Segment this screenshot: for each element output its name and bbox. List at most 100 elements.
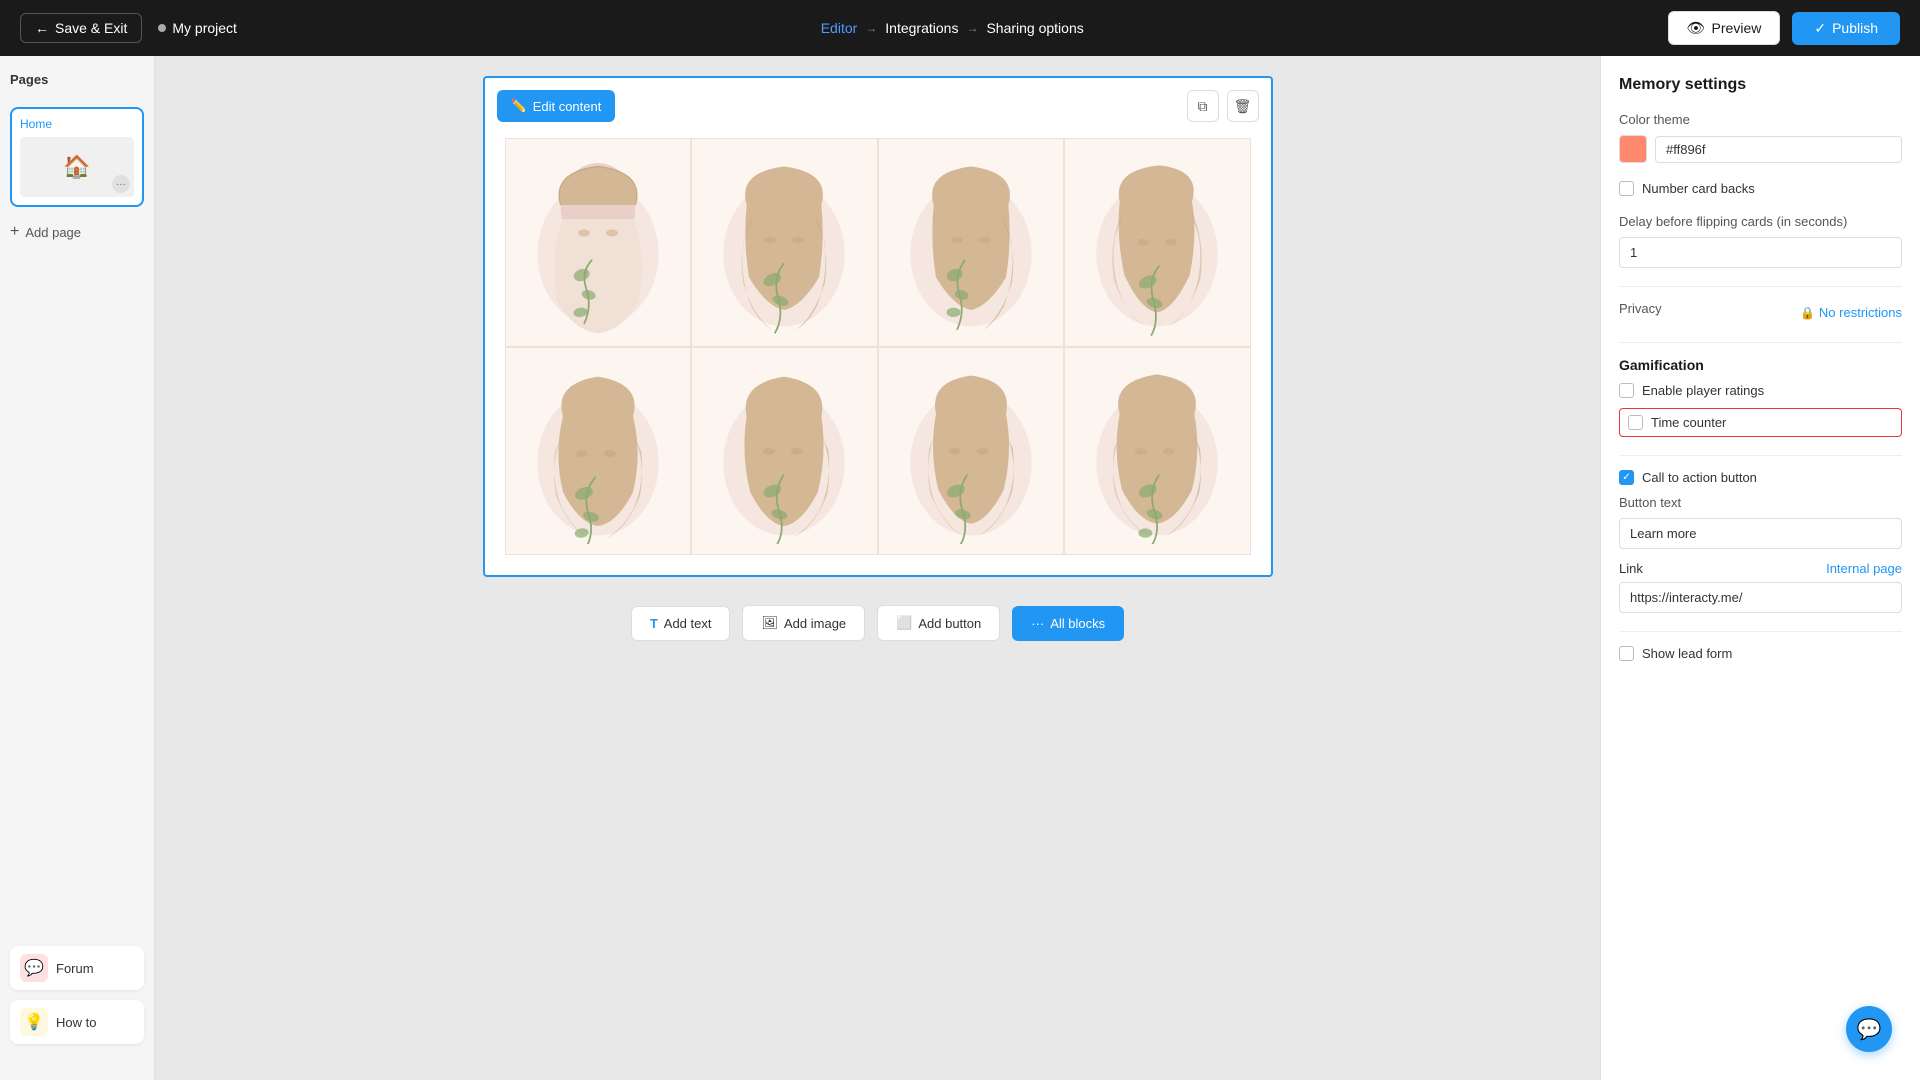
add-button-button[interactable]: ⬜ Add button — [877, 605, 1000, 641]
nav-editor[interactable]: Editor — [821, 20, 858, 36]
dots-icon: ··· — [1031, 616, 1044, 631]
home-page-label: Home — [20, 117, 134, 131]
lock-icon — [1800, 305, 1815, 320]
topbar-right: Preview Publish — [1668, 11, 1901, 45]
enable-ratings-row: Enable player ratings — [1619, 383, 1902, 398]
trash-icon: 🗑 — [1234, 98, 1252, 115]
enable-ratings-checkbox[interactable] — [1619, 383, 1634, 398]
page-thumb: 🏠 ··· — [20, 137, 134, 197]
privacy-section: Privacy No restrictions — [1619, 301, 1902, 324]
privacy-row: Privacy No restrictions — [1619, 301, 1902, 324]
memory-card-6[interactable] — [691, 347, 878, 556]
cta-row: Call to action button — [1619, 470, 1902, 485]
memory-card-8[interactable] — [1064, 347, 1251, 556]
divider-1 — [1619, 286, 1902, 287]
project-dot — [158, 24, 166, 32]
publish-button[interactable]: Publish — [1792, 12, 1900, 45]
nav-sharing-options[interactable]: Sharing options — [986, 20, 1083, 36]
number-card-backs-checkbox[interactable] — [1619, 181, 1634, 196]
delete-block-button[interactable]: 🗑 — [1227, 90, 1259, 122]
gamification-title: Gamification — [1619, 357, 1902, 373]
pencil-icon — [511, 98, 527, 114]
project-name: My project — [158, 20, 237, 36]
add-text-button[interactable]: T Add text — [631, 606, 731, 641]
home-thumb-icon: 🏠 — [63, 154, 90, 180]
save-exit-button[interactable]: Save & Exit — [20, 13, 142, 43]
chat-bubble-button[interactable]: 💬 — [1846, 1006, 1892, 1052]
nav-integrations[interactable]: Integrations — [885, 20, 958, 36]
copy-icon: ⧉ — [1198, 98, 1208, 115]
canvas-actions: ⧉ 🗑 — [1187, 90, 1259, 122]
link-row: Link Internal page — [1619, 561, 1902, 576]
forum-button[interactable]: 💬 Forum — [10, 946, 144, 990]
chat-icon: 💬 — [1857, 1017, 1882, 1042]
main-layout: Pages Home 🏠 ··· + Add page 💬 Forum 💡 Ho… — [0, 0, 1920, 1080]
memory-card-5[interactable] — [505, 347, 692, 556]
howto-icon: 💡 — [20, 1008, 48, 1036]
pages-title: Pages — [10, 72, 144, 87]
button-icon: ⬜ — [896, 615, 912, 631]
button-text-input[interactable] — [1619, 518, 1902, 549]
add-page-button[interactable]: + Add page — [10, 219, 144, 245]
eye-icon — [1687, 19, 1706, 37]
image-icon: 🖼 — [761, 615, 778, 631]
lead-form-row: Show lead form — [1619, 646, 1902, 661]
gamification-section: Gamification Enable player ratings Time … — [1619, 357, 1902, 437]
canvas-block: Edit content ⧉ 🗑 — [483, 76, 1273, 577]
color-swatch[interactable] — [1619, 135, 1647, 163]
color-row — [1619, 135, 1902, 163]
lead-form-checkbox[interactable] — [1619, 646, 1634, 661]
divider-2 — [1619, 342, 1902, 343]
lead-form-section: Show lead form — [1619, 646, 1902, 661]
color-input[interactable] — [1655, 136, 1902, 163]
edit-content-button[interactable]: Edit content — [497, 90, 616, 122]
home-page-card[interactable]: Home 🏠 ··· — [10, 107, 144, 207]
copy-block-button[interactable]: ⧉ — [1187, 90, 1219, 122]
topbar: Save & Exit My project Editor → Integrat… — [0, 0, 1920, 56]
page-more-btn[interactable]: ··· — [112, 175, 130, 193]
no-restrictions-link[interactable]: No restrictions — [1800, 305, 1902, 320]
cta-section: Call to action button Button text Link I… — [1619, 470, 1902, 613]
left-sidebar: Pages Home 🏠 ··· + Add page 💬 Forum 💡 Ho… — [0, 56, 155, 1080]
topbar-center: Editor → Integrations → Sharing options — [821, 20, 1084, 36]
arrow-1: → — [865, 21, 877, 35]
time-counter-row: Time counter — [1619, 408, 1902, 437]
right-panel: Memory settings Color theme Number card … — [1600, 56, 1920, 1080]
all-blocks-button[interactable]: ··· All blocks — [1012, 606, 1124, 641]
link-label: Link — [1619, 561, 1643, 576]
delay-label: Delay before flipping cards (in seconds) — [1619, 214, 1902, 229]
arrow-2: → — [966, 21, 978, 35]
color-theme-section: Color theme — [1619, 112, 1902, 163]
check-icon — [1814, 20, 1826, 37]
canvas-area: Edit content ⧉ 🗑 — [155, 56, 1600, 1080]
divider-4 — [1619, 631, 1902, 632]
color-theme-label: Color theme — [1619, 112, 1902, 127]
number-card-backs-row: Number card backs — [1619, 181, 1902, 196]
time-counter-checkbox[interactable] — [1628, 415, 1643, 430]
memory-card-4[interactable] — [1064, 138, 1251, 347]
divider-3 — [1619, 455, 1902, 456]
memory-card-3[interactable] — [878, 138, 1065, 347]
howto-button[interactable]: 💡 How to — [10, 1000, 144, 1044]
text-icon: T — [650, 616, 658, 631]
add-blocks-bar: T Add text 🖼 Add image ⬜ Add button ··· … — [615, 589, 1140, 657]
add-image-button[interactable]: 🖼 Add image — [742, 605, 865, 641]
delay-section: Delay before flipping cards (in seconds) — [1619, 214, 1902, 268]
link-type[interactable]: Internal page — [1826, 561, 1902, 576]
panel-title: Memory settings — [1619, 76, 1902, 94]
topbar-left: Save & Exit My project — [20, 13, 237, 43]
back-icon — [35, 20, 49, 36]
delay-input[interactable] — [1619, 237, 1902, 268]
memory-card-1[interactable] — [505, 138, 692, 347]
sidebar-bottom: 💬 Forum 💡 How to — [10, 946, 144, 1064]
cta-checkbox[interactable] — [1619, 470, 1634, 485]
forum-icon: 💬 — [20, 954, 48, 982]
memory-card-7[interactable] — [878, 347, 1065, 556]
link-url-input[interactable] — [1619, 582, 1902, 613]
plus-icon: + — [10, 223, 19, 241]
preview-button[interactable]: Preview — [1668, 11, 1781, 45]
memory-grid — [485, 78, 1271, 575]
memory-card-2[interactable] — [691, 138, 878, 347]
number-card-backs-section: Number card backs — [1619, 181, 1902, 196]
privacy-label: Privacy — [1619, 301, 1662, 316]
